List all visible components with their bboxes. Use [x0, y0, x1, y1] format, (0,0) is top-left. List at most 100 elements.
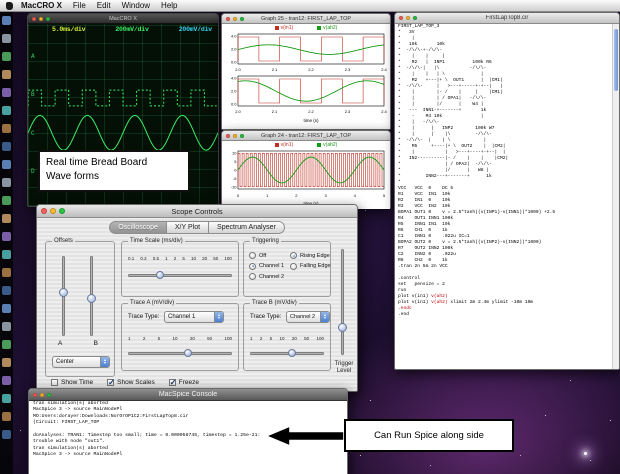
- zoom-button[interactable]: [47, 393, 51, 397]
- menu-item[interactable]: Help: [161, 1, 177, 10]
- desktop-icon[interactable]: [2, 160, 11, 169]
- trace-b-slider[interactable]: [248, 348, 326, 358]
- checkbox-option[interactable]: Show Scales: [107, 379, 155, 386]
- slider-thumb[interactable]: [184, 349, 192, 357]
- desktop-icon[interactable]: [2, 196, 11, 205]
- graph25-titlebar[interactable]: Graph 25 - tran12: FIRST_LAP_TOP: [222, 14, 390, 24]
- slider-track[interactable]: [341, 249, 344, 355]
- radio-option[interactable]: Rising Edge: [290, 252, 331, 259]
- trace-b-type-popup[interactable]: Channel 2: [286, 311, 330, 323]
- editor-scrollbar[interactable]: [612, 24, 619, 369]
- checkbox-icon[interactable]: [107, 379, 114, 386]
- slider-track[interactable]: [250, 352, 324, 355]
- radio-option[interactable]: Channel 2: [249, 273, 284, 280]
- radio-icon[interactable]: [249, 252, 256, 259]
- slider-track[interactable]: [128, 274, 232, 277]
- trigger-level-slider[interactable]: [337, 247, 349, 357]
- close-button[interactable]: [399, 16, 403, 20]
- desktop-icon[interactable]: [2, 304, 11, 313]
- desktop-icon[interactable]: [2, 358, 11, 367]
- desktop-icon[interactable]: [2, 394, 11, 403]
- desktop-icon[interactable]: [2, 106, 11, 115]
- apple-menu-icon[interactable]: [6, 2, 13, 10]
- radio-icon[interactable]: [290, 263, 297, 270]
- checkbox-icon[interactable]: [51, 379, 58, 386]
- scope-controls-titlebar[interactable]: Scope Controls: [37, 205, 357, 218]
- zoom-button[interactable]: [240, 17, 244, 21]
- oscilloscope-titlebar[interactable]: MacCRO X: [28, 14, 218, 24]
- desktop-icon[interactable]: [2, 52, 11, 61]
- editor-content[interactable]: FIRST_LAP_TOP_3* 3V* |* 10k 10k* -/\/\-+…: [398, 24, 611, 367]
- offset-b-slider[interactable]: [86, 254, 98, 338]
- slider-thumb[interactable]: [288, 349, 296, 357]
- desktop-icon[interactable]: [2, 214, 11, 223]
- desktop-icon[interactable]: [2, 34, 11, 43]
- desktop-icon[interactable]: [2, 286, 11, 295]
- tab-oscilloscope[interactable]: Oscilloscope: [109, 221, 167, 234]
- slider-thumb[interactable]: [156, 271, 164, 279]
- checkbox-option[interactable]: Freeze: [169, 379, 199, 386]
- slider-thumb[interactable]: [59, 288, 68, 297]
- close-button[interactable]: [226, 134, 230, 138]
- tick-label: 0.2: [140, 256, 146, 261]
- slider-thumb[interactable]: [338, 323, 347, 332]
- slider-thumb[interactable]: [87, 294, 96, 303]
- radio-icon[interactable]: [249, 273, 256, 280]
- time-scale-slider[interactable]: [126, 270, 234, 280]
- desktop-icon[interactable]: [2, 178, 11, 187]
- minimize-button[interactable]: [233, 17, 237, 21]
- checkbox-icon[interactable]: [169, 379, 176, 386]
- radio-option[interactable]: Off: [249, 252, 284, 259]
- close-button[interactable]: [33, 393, 37, 397]
- offset-mode-popup[interactable]: Center: [52, 356, 110, 368]
- minimize-button[interactable]: [233, 134, 237, 138]
- offset-slider-label: A: [58, 340, 62, 347]
- popup-value: Channel 2: [290, 314, 315, 320]
- slider-track[interactable]: [128, 352, 232, 355]
- close-button[interactable]: [226, 17, 230, 21]
- desktop-icon[interactable]: [2, 88, 11, 97]
- desktop-icon[interactable]: [2, 322, 11, 331]
- tab-spectrum-analyser[interactable]: Spectrum Analyser: [209, 221, 285, 234]
- scrollbar-thumb[interactable]: [614, 29, 618, 91]
- desktop-icon[interactable]: [2, 340, 11, 349]
- svg-text:2.1: 2.1: [272, 109, 278, 114]
- checkbox-option[interactable]: Show Time: [51, 379, 93, 386]
- radio-icon[interactable]: [290, 252, 297, 259]
- radio-option[interactable]: Channel 1: [249, 263, 284, 270]
- desktop-icon[interactable]: [2, 412, 11, 421]
- minimize-button[interactable]: [40, 393, 44, 397]
- offset-a-slider[interactable]: [58, 254, 70, 338]
- tick-label: 2: [143, 336, 146, 341]
- desktop-icon[interactable]: [2, 142, 11, 151]
- zoom-button[interactable]: [413, 16, 417, 20]
- minimize-button[interactable]: [406, 16, 410, 20]
- desktop-icon[interactable]: [2, 376, 11, 385]
- radio-option[interactable]: Falling Edge: [290, 263, 331, 270]
- radio-icon[interactable]: [249, 263, 256, 270]
- minimize-button[interactable]: [50, 208, 56, 214]
- zoom-button[interactable]: [240, 134, 244, 138]
- minimize-button[interactable]: [39, 17, 43, 21]
- trace-a-type-popup[interactable]: Channel 1: [164, 311, 224, 323]
- menu-item[interactable]: Window: [122, 1, 150, 10]
- zoom-button[interactable]: [59, 208, 65, 214]
- trace-a-slider[interactable]: [126, 348, 234, 358]
- zoom-button[interactable]: [46, 17, 50, 21]
- desktop-icon[interactable]: [2, 250, 11, 259]
- tab-x-y-plot[interactable]: X/Y Plot: [167, 221, 209, 234]
- desktop-icon[interactable]: [2, 268, 11, 277]
- desktop-icon[interactable]: [2, 16, 11, 25]
- desktop-icon[interactable]: [2, 70, 11, 79]
- editor-titlebar[interactable]: FirstLapTop8.cir: [395, 13, 619, 24]
- desktop-icon[interactable]: [2, 124, 11, 133]
- console-titlebar[interactable]: MacSpice Console: [29, 389, 347, 401]
- desktop-icon[interactable]: [2, 430, 11, 439]
- menu-item[interactable]: File: [73, 1, 86, 10]
- close-button[interactable]: [41, 208, 47, 214]
- graph24-titlebar[interactable]: Graph 24 - tran12: FIRST_LAP_TOP: [222, 131, 390, 141]
- app-menu-title[interactable]: MacCRO X: [21, 1, 62, 10]
- menu-item[interactable]: Edit: [97, 1, 111, 10]
- close-button[interactable]: [32, 17, 36, 21]
- desktop-icon[interactable]: [2, 232, 11, 241]
